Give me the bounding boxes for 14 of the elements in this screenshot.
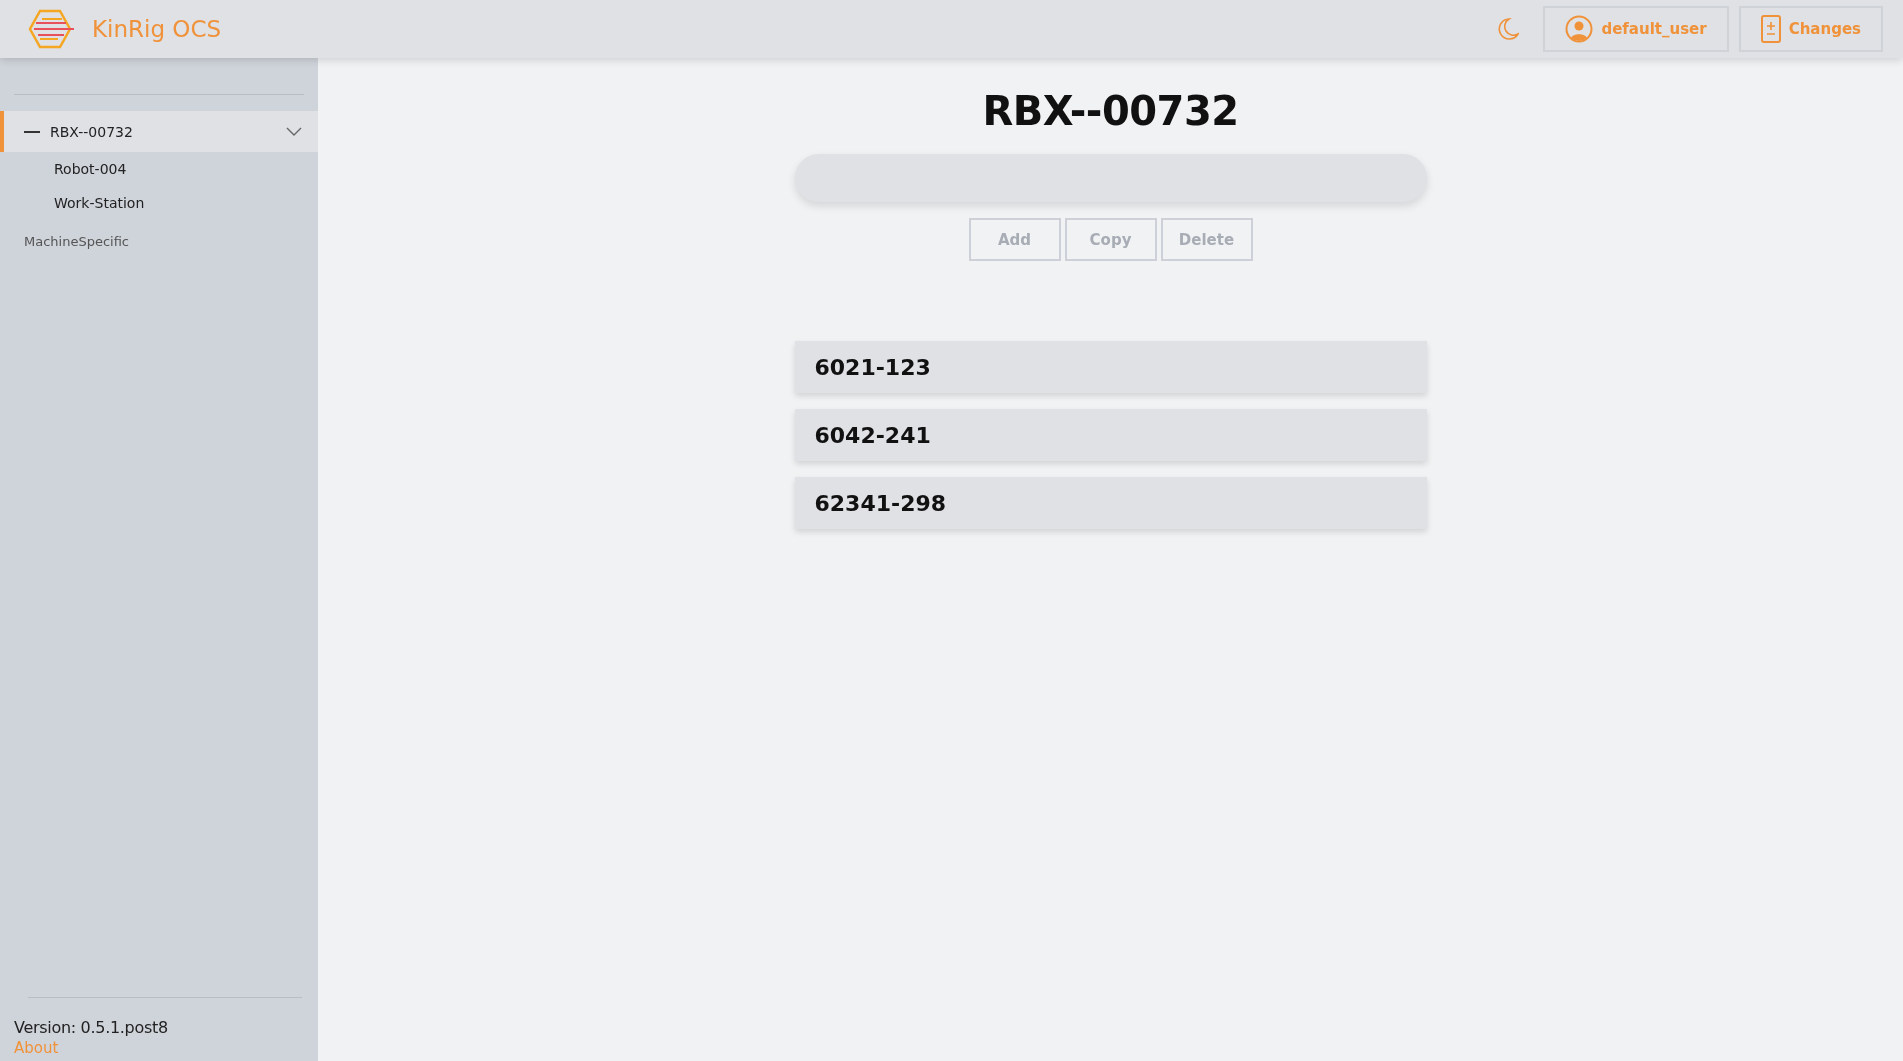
moon-icon[interactable] bbox=[1497, 17, 1520, 41]
list-item[interactable]: 6042-241 bbox=[794, 409, 1427, 461]
list-item[interactable]: 62341-298 bbox=[794, 477, 1427, 529]
plus-minus-icon bbox=[1760, 15, 1781, 43]
list-item[interactable]: 6021-123 bbox=[794, 341, 1427, 393]
page-title: RBX--00732 bbox=[982, 88, 1239, 134]
chevron-down-icon[interactable] bbox=[286, 126, 302, 137]
version-text: Version: 0.5.1.post8 bbox=[13, 1017, 169, 1039]
tree-item[interactable]: Work-Station bbox=[0, 186, 318, 220]
tree-item[interactable]: Robot-004 bbox=[0, 152, 318, 186]
section-item[interactable]: MachineSpecific bbox=[0, 220, 318, 263]
tree-item[interactable]: RBX--00732 bbox=[0, 111, 318, 152]
user-avatar-icon bbox=[1565, 15, 1594, 43]
app-name: KinRig OCS bbox=[92, 16, 222, 42]
